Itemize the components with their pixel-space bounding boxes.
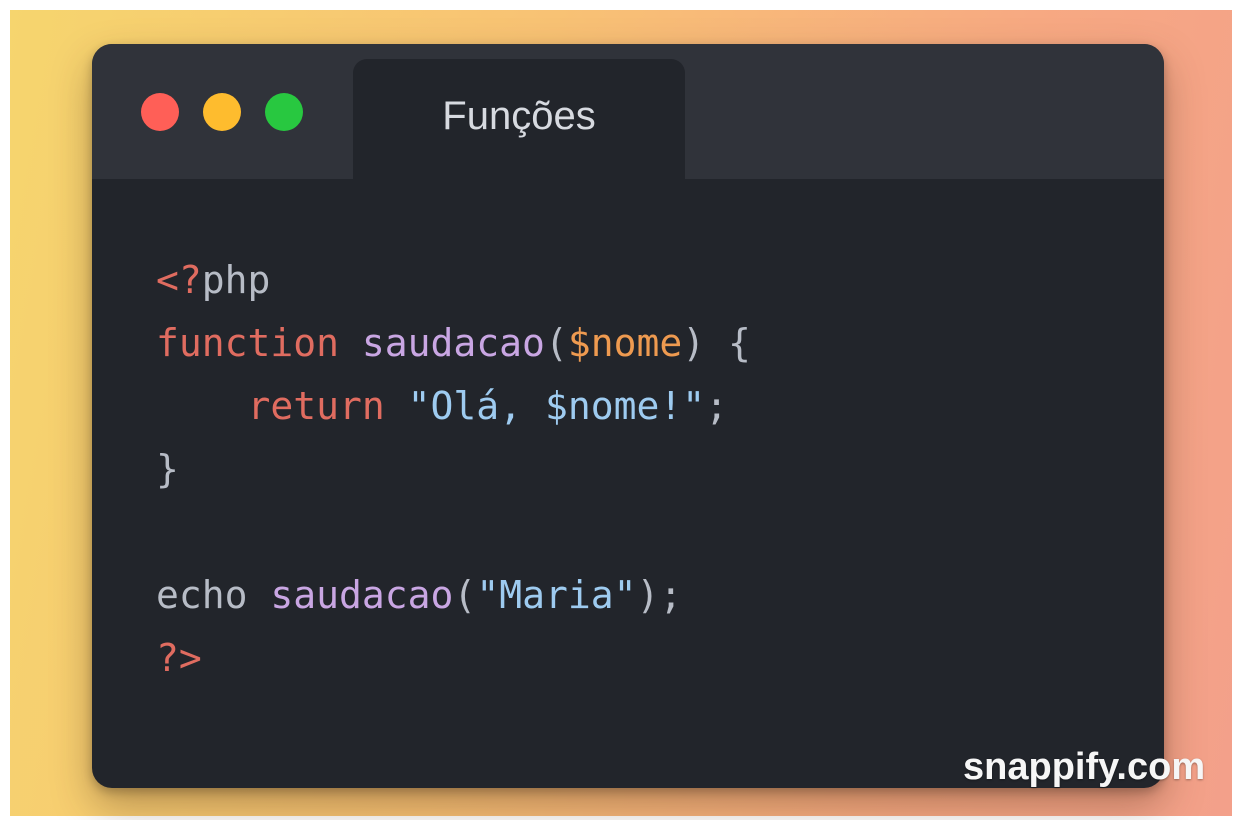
code-block: <?php function saudacao($nome) { return "… bbox=[156, 249, 751, 690]
code-token: saudacao bbox=[270, 573, 454, 617]
code-line: echo saudacao("Maria"); bbox=[156, 564, 751, 627]
minimize-button[interactable] bbox=[203, 93, 241, 131]
code-line: return "Olá, $nome!"; bbox=[156, 375, 751, 438]
code-token: "Maria" bbox=[476, 573, 637, 617]
code-token: } bbox=[156, 447, 179, 491]
code-token: return bbox=[247, 384, 408, 428]
code-token: $nome bbox=[567, 321, 683, 365]
code-token: ?> bbox=[156, 636, 202, 680]
code-token: php bbox=[201, 258, 271, 302]
code-token: ) { bbox=[682, 321, 751, 365]
code-line: } bbox=[156, 438, 751, 501]
maximize-button[interactable] bbox=[265, 93, 303, 131]
code-window: Funções <?php function saudacao($nome) { … bbox=[92, 44, 1164, 788]
code-token: <? bbox=[156, 258, 202, 302]
code-token: "Olá, $nome!" bbox=[407, 384, 706, 428]
code-token: echo bbox=[156, 573, 271, 617]
code-line: <?php bbox=[156, 249, 751, 312]
code-token: ( bbox=[544, 321, 568, 365]
code-token: saudacao bbox=[361, 321, 545, 365]
code-token: ; bbox=[705, 384, 728, 428]
code-token: function bbox=[156, 321, 362, 365]
tab-label: Funções bbox=[442, 94, 596, 138]
tab-funcoes[interactable]: Funções bbox=[353, 59, 685, 194]
snappify-watermark: snappify.com bbox=[963, 746, 1206, 788]
close-button[interactable] bbox=[141, 93, 179, 131]
code-token: ); bbox=[636, 573, 683, 617]
code-token: ( bbox=[453, 573, 477, 617]
code-line: ?> bbox=[156, 627, 751, 690]
code-line: function saudacao($nome) { bbox=[156, 312, 751, 375]
